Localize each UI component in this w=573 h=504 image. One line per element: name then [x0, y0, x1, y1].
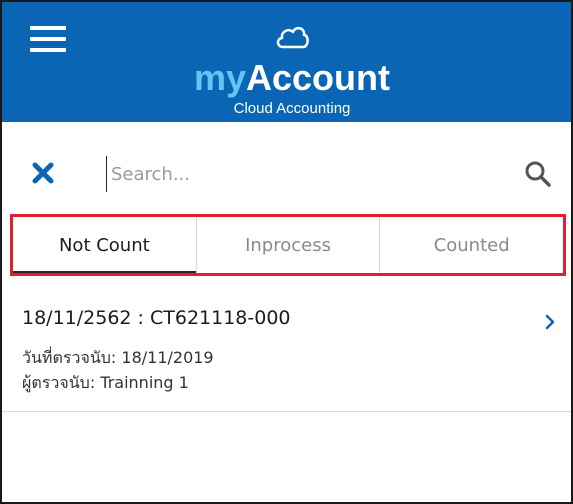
- search-input[interactable]: [106, 156, 493, 192]
- tab-inprocess[interactable]: Inprocess: [195, 217, 380, 273]
- close-icon[interactable]: [32, 162, 54, 184]
- tab-counted[interactable]: Counted: [379, 217, 563, 273]
- logo-subtitle: Cloud Accounting: [233, 100, 351, 117]
- counter-name: ผู้ตรวจนับ: Trainning 1: [22, 373, 189, 392]
- search-bar: [2, 122, 571, 214]
- tab-not-count[interactable]: Not Count: [13, 217, 196, 273]
- status-tabs: Not Count Inprocess Counted: [10, 214, 566, 276]
- search-icon[interactable]: [524, 160, 552, 188]
- chevron-right-icon[interactable]: [544, 313, 556, 331]
- logo-title: myAccount: [162, 58, 422, 98]
- hamburger-menu-icon[interactable]: [30, 26, 66, 54]
- logo-main: Account: [246, 57, 391, 98]
- app-logo: myAccount Cloud Accounting: [162, 20, 422, 120]
- count-document-title: 18/11/2562 : CT621118-000: [22, 307, 291, 329]
- count-date: วันที่ตรวจนับ: 18/11/2019: [22, 348, 214, 367]
- app-header: myAccount Cloud Accounting: [2, 2, 571, 122]
- logo-prefix: my: [193, 57, 247, 98]
- list-item[interactable]: 18/11/2562 : CT621118-000 วันที่ตรวจนับ:…: [2, 287, 571, 412]
- app-frame: myAccount Cloud Accounting Not Count Inp…: [0, 0, 573, 504]
- cloud-icon: [276, 26, 309, 49]
